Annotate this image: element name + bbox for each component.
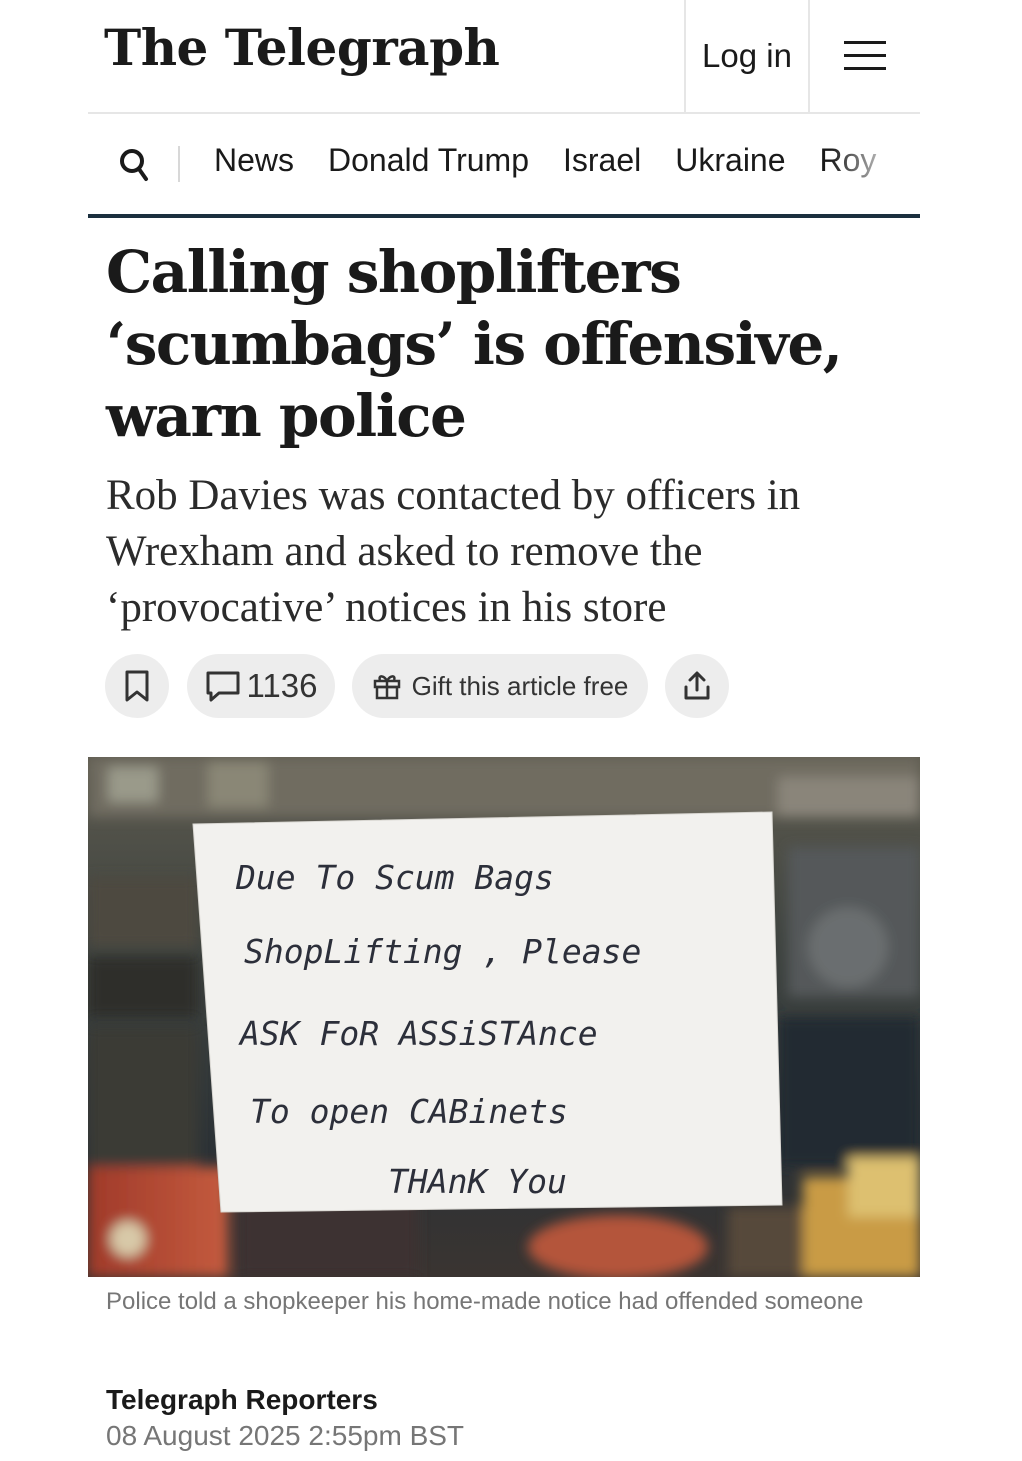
comments-button[interactable]: 1136 [187, 654, 335, 718]
nav-fade [830, 114, 920, 214]
masthead: The Telegraph Log in [88, 0, 920, 114]
nav-item-donald-trump[interactable]: Donald Trump [328, 142, 529, 179]
comment-icon [206, 671, 240, 702]
publish-date: 08 August 2025 2:55pm BST [106, 1420, 465, 1451]
note-line-3: ASK FoR ASSiSTAnce [238, 1014, 598, 1053]
article-image[interactable]: Due To Scum Bags ShopLifting , Please AS… [88, 757, 920, 1277]
note-line-4: To open CABinets [250, 1092, 568, 1131]
nav-items: News Donald Trump Israel Ukraine Roy [214, 142, 910, 179]
nav-item-ukraine[interactable]: Ukraine [675, 142, 785, 179]
article-standfirst: Rob Davies was contacted by officers in … [106, 472, 801, 631]
note-line-1: Due To Scum Bags [235, 858, 554, 897]
article-headline: Calling shoplifters ‘scumbags’ is offens… [106, 238, 843, 450]
topic-nav: News Donald Trump Israel Ukraine Roy [88, 114, 920, 218]
gift-icon [373, 675, 400, 700]
note-line-2: ShopLifting , Please [244, 932, 641, 971]
login-label: Log in [702, 37, 792, 74]
telegraph-logo[interactable]: The Telegraph [104, 18, 500, 77]
note-line-5: THAnK You [388, 1162, 567, 1201]
share-button[interactable] [665, 654, 729, 718]
nav-item-israel[interactable]: Israel [563, 142, 641, 179]
image-caption: Police told a shopkeeper his home-made n… [106, 1288, 864, 1315]
bookmark-button[interactable] [105, 654, 169, 718]
search-icon[interactable] [118, 146, 152, 184]
nav-divider [178, 146, 180, 182]
login-button[interactable]: Log in [684, 0, 810, 112]
share-icon [684, 671, 710, 700]
author-byline[interactable]: Telegraph Reporters [106, 1384, 378, 1416]
bookmark-icon [125, 670, 149, 702]
shop-notice-photo: Due To Scum Bags ShopLifting , Please AS… [88, 757, 920, 1277]
menu-button[interactable] [810, 0, 920, 112]
comment-count: 1136 [246, 667, 318, 704]
hamburger-icon [844, 41, 886, 71]
gift-article-button[interactable]: Gift this article free [352, 654, 648, 718]
nav-item-news[interactable]: News [214, 142, 294, 179]
gift-label: Gift this article free [411, 670, 629, 701]
